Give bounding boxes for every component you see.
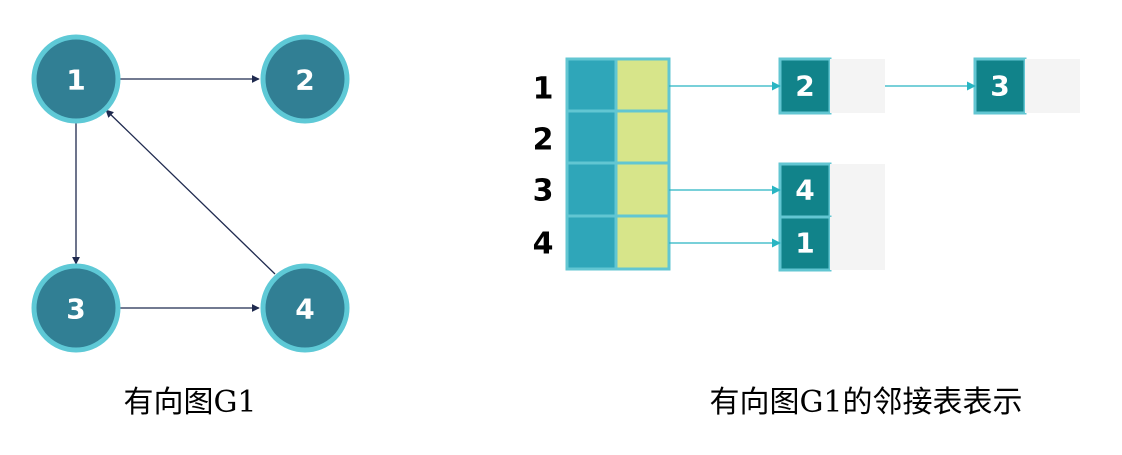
graph-node-label: 3 xyxy=(66,293,85,326)
head-array-index-cell xyxy=(565,57,618,113)
graph-node-label: 1 xyxy=(66,64,85,97)
head-array-pointer-cell xyxy=(614,161,671,218)
list-node-label: 4 xyxy=(795,174,814,207)
list-node-label: 1 xyxy=(795,227,814,260)
graph-edges xyxy=(72,75,276,312)
adjacency-list-caption: 有向图G1的邻接表表示 xyxy=(709,385,1022,420)
row-label-3: 3 xyxy=(533,174,554,209)
list-node-row1-3: 3 xyxy=(973,57,1080,115)
row-label-4: 4 xyxy=(533,227,554,262)
directed-graph: 1 2 3 4 有向图G1 xyxy=(31,34,350,420)
graph-node-2: 2 xyxy=(260,34,350,124)
row-label-2: 2 xyxy=(533,123,554,158)
adjacency-list-diagram: 1 2 3 4 有向图G1 1 2 3 4 2 3 4 1 有向图G1的邻接表表… xyxy=(31,34,1080,420)
list-node-next-cell xyxy=(830,164,885,217)
head-array-index-cell xyxy=(565,214,618,271)
graph-node-3: 3 xyxy=(31,263,121,353)
graph-node-label: 4 xyxy=(295,293,314,326)
row-label-1: 1 xyxy=(533,72,554,107)
graph-caption: 有向图G1 xyxy=(123,385,256,420)
head-array-index-cell xyxy=(565,161,618,218)
graph-node-1: 1 xyxy=(31,34,121,124)
list-node-row4-1: 1 xyxy=(778,215,885,272)
head-array-index-cell xyxy=(565,109,618,165)
graph-node-label: 2 xyxy=(295,64,314,97)
head-array-pointer-cell xyxy=(614,109,671,165)
list-node-row3-4: 4 xyxy=(778,162,885,219)
list-node-row1-2: 2 xyxy=(778,57,885,115)
edge-4-1 xyxy=(105,109,276,275)
list-node-label: 2 xyxy=(795,70,814,103)
list-node-label: 3 xyxy=(990,70,1009,103)
head-array-pointer-cell xyxy=(614,57,671,113)
list-node-next-cell xyxy=(830,59,885,113)
list-node-next-cell xyxy=(830,217,885,270)
head-array-pointer-cell xyxy=(614,214,671,271)
list-node-next-cell xyxy=(1025,59,1080,113)
graph-node-4: 4 xyxy=(260,263,350,353)
adjacency-list: 1 2 3 4 2 3 4 1 有向图G1的邻接表表示 xyxy=(533,57,1080,420)
head-array xyxy=(565,57,671,271)
